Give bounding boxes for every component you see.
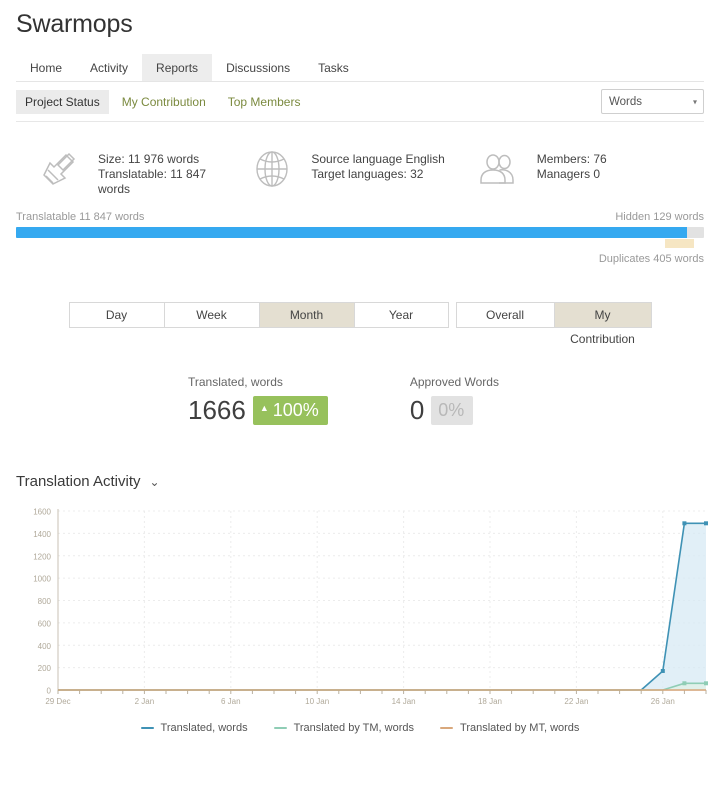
users-icon	[475, 146, 521, 192]
subtab-top-members[interactable]: Top Members	[219, 90, 310, 114]
svg-text:1000: 1000	[33, 575, 51, 584]
range-button-week[interactable]: Week	[163, 302, 259, 328]
stat-approved-percent: 0%	[438, 399, 465, 420]
progress-left-label: Translatable 11 847 words	[16, 211, 145, 223]
activity-header: Translation Activity ⌄	[0, 473, 720, 490]
chevron-down-icon: ▾	[692, 97, 697, 106]
project-translatable: Translatable: 11 847 words	[98, 167, 207, 196]
progress-labels: Translatable 11 847 words Hidden 129 wor…	[16, 211, 704, 223]
progress-block: Translatable 11 847 words Hidden 129 wor…	[0, 197, 720, 265]
info-card-size-text: Size: 11 976 words Translatable: 11 847 …	[98, 146, 210, 197]
source-language: Source language English	[311, 152, 445, 166]
svg-text:1400: 1400	[33, 530, 51, 539]
members-count: Members: 76	[536, 152, 607, 166]
main-nav-container: Home Activity Reports Discussions Tasks	[0, 54, 720, 82]
info-card-language-text: Source language English Target languages…	[311, 146, 444, 182]
translation-activity-chart[interactable]: 0 200 400 600 800 1000 1200 1400 1600 29 Dec 2 Jan…	[16, 503, 710, 716]
duplicates-label: Duplicates 405 words	[598, 253, 704, 265]
stat-translated-badge: ▲ 100%	[252, 395, 328, 425]
tools-icon	[36, 146, 82, 192]
stat-approved-value: 0	[409, 395, 425, 425]
unit-select-value: Words	[609, 95, 643, 108]
svg-text:200: 200	[38, 664, 52, 673]
legend-label-translated: Translated, words	[160, 722, 248, 734]
tab-home[interactable]: Home	[16, 54, 76, 81]
subtab-my-contribution[interactable]: My Contribution	[113, 90, 215, 114]
period-toggle-row: Day Week Month Year Overall My Contribut…	[0, 302, 720, 346]
svg-text:1200: 1200	[33, 552, 51, 561]
stat-translated-value-row: 1666 ▲ 100%	[188, 395, 328, 425]
stat-translated-label: Translated, words	[188, 375, 283, 389]
range-button-day[interactable]: Day	[68, 302, 164, 328]
sub-nav-row: Project Status My Contribution Top Membe…	[0, 89, 720, 114]
unit-select[interactable]: Words ▾	[601, 89, 704, 114]
project-size: Size: 11 976 words	[98, 152, 200, 166]
scope-button-overall[interactable]: Overall	[455, 302, 554, 328]
range-button-group: Day Week Month Year	[68, 302, 449, 328]
target-languages: Target languages: 32	[311, 167, 424, 181]
chevron-down-icon-activity[interactable]: ⌄	[150, 476, 160, 488]
stat-approved-label: Approved Words	[409, 375, 499, 389]
scope-button-group: Overall My Contribution	[455, 302, 652, 346]
info-card-size: Size: 11 976 words Translatable: 11 847 …	[16, 146, 245, 197]
range-button-year[interactable]: Year	[353, 302, 449, 328]
info-card-members-text: Members: 76 Managers 0	[537, 146, 607, 182]
chart-legend: Translated, words Translated by TM, word…	[0, 722, 720, 734]
stat-approved-badge: 0%	[431, 395, 474, 425]
legend-swatch-translated-mt	[440, 727, 454, 729]
svg-text:14 Jan: 14 Jan	[392, 697, 416, 706]
info-card-language: Source language English Target languages…	[245, 146, 474, 197]
svg-text:29 Dec: 29 Dec	[45, 697, 70, 706]
legend-label-translated-mt: Translated by MT, words	[460, 722, 580, 734]
svg-text:1600: 1600	[33, 508, 51, 517]
tab-tasks[interactable]: Tasks	[304, 54, 363, 81]
stats-row: Translated, words 1666 ▲ 100% Approved W…	[0, 375, 720, 425]
sub-nav: Project Status My Contribution Top Membe…	[16, 89, 313, 114]
range-button-month[interactable]: Month	[258, 302, 354, 328]
activity-title: Translation Activity	[16, 473, 141, 490]
managers-count: Managers 0	[536, 167, 601, 181]
svg-text:400: 400	[38, 642, 52, 651]
stat-approved-words: Approved Words 0 0%	[410, 375, 499, 425]
project-info-row: Size: 11 976 words Translatable: 11 847 …	[0, 122, 720, 197]
legend-item-translated[interactable]: Translated, words	[140, 722, 248, 734]
page-title: Swarmops	[16, 10, 133, 38]
legend-item-translated-mt[interactable]: Translated by MT, words	[440, 722, 579, 734]
svg-text:0: 0	[47, 687, 52, 696]
stat-approved-value-row: 0 0%	[410, 395, 499, 425]
legend-swatch-translated	[140, 727, 154, 729]
duplicates-marker	[664, 239, 694, 248]
tab-discussions[interactable]: Discussions	[212, 54, 304, 81]
tab-reports[interactable]: Reports	[142, 54, 213, 81]
progress-bar-fill	[16, 227, 687, 238]
svg-text:800: 800	[38, 597, 52, 606]
stat-translated-percent: 100%	[272, 399, 319, 420]
svg-text:2 Jan: 2 Jan	[135, 697, 155, 706]
legend-swatch-translated-tm	[273, 727, 287, 729]
stat-translated-value: 1666	[188, 395, 246, 425]
svg-text:10 Jan: 10 Jan	[305, 697, 329, 706]
tab-activity[interactable]: Activity	[76, 54, 142, 81]
progress-bar[interactable]	[16, 227, 704, 238]
svg-text:600: 600	[38, 619, 52, 628]
main-nav: Home Activity Reports Discussions Tasks	[16, 54, 704, 82]
svg-text:26 Jan: 26 Jan	[651, 697, 675, 706]
svg-text:6 Jan: 6 Jan	[221, 697, 241, 706]
progress-right-label: Hidden 129 words	[615, 211, 704, 223]
trend-up-icon: ▲	[259, 403, 269, 413]
info-card-members: Members: 76 Managers 0	[475, 146, 704, 197]
chart-svg: 0 200 400 600 800 1000 1200 1400 1600 29 Dec 2 Jan…	[33, 508, 708, 706]
globe-icon	[249, 146, 295, 192]
scope-button-my-contribution[interactable]: My Contribution	[553, 302, 652, 346]
svg-text:22 Jan: 22 Jan	[564, 697, 588, 706]
duplicates-row	[16, 239, 704, 248]
svg-text:18 Jan: 18 Jan	[478, 697, 502, 706]
subtab-project-status[interactable]: Project Status	[16, 89, 109, 114]
legend-label-translated-tm: Translated by TM, words	[293, 722, 415, 734]
stat-translated-words: Translated, words 1666 ▲ 100%	[188, 375, 328, 425]
legend-item-translated-tm[interactable]: Translated by TM, words	[273, 722, 415, 734]
